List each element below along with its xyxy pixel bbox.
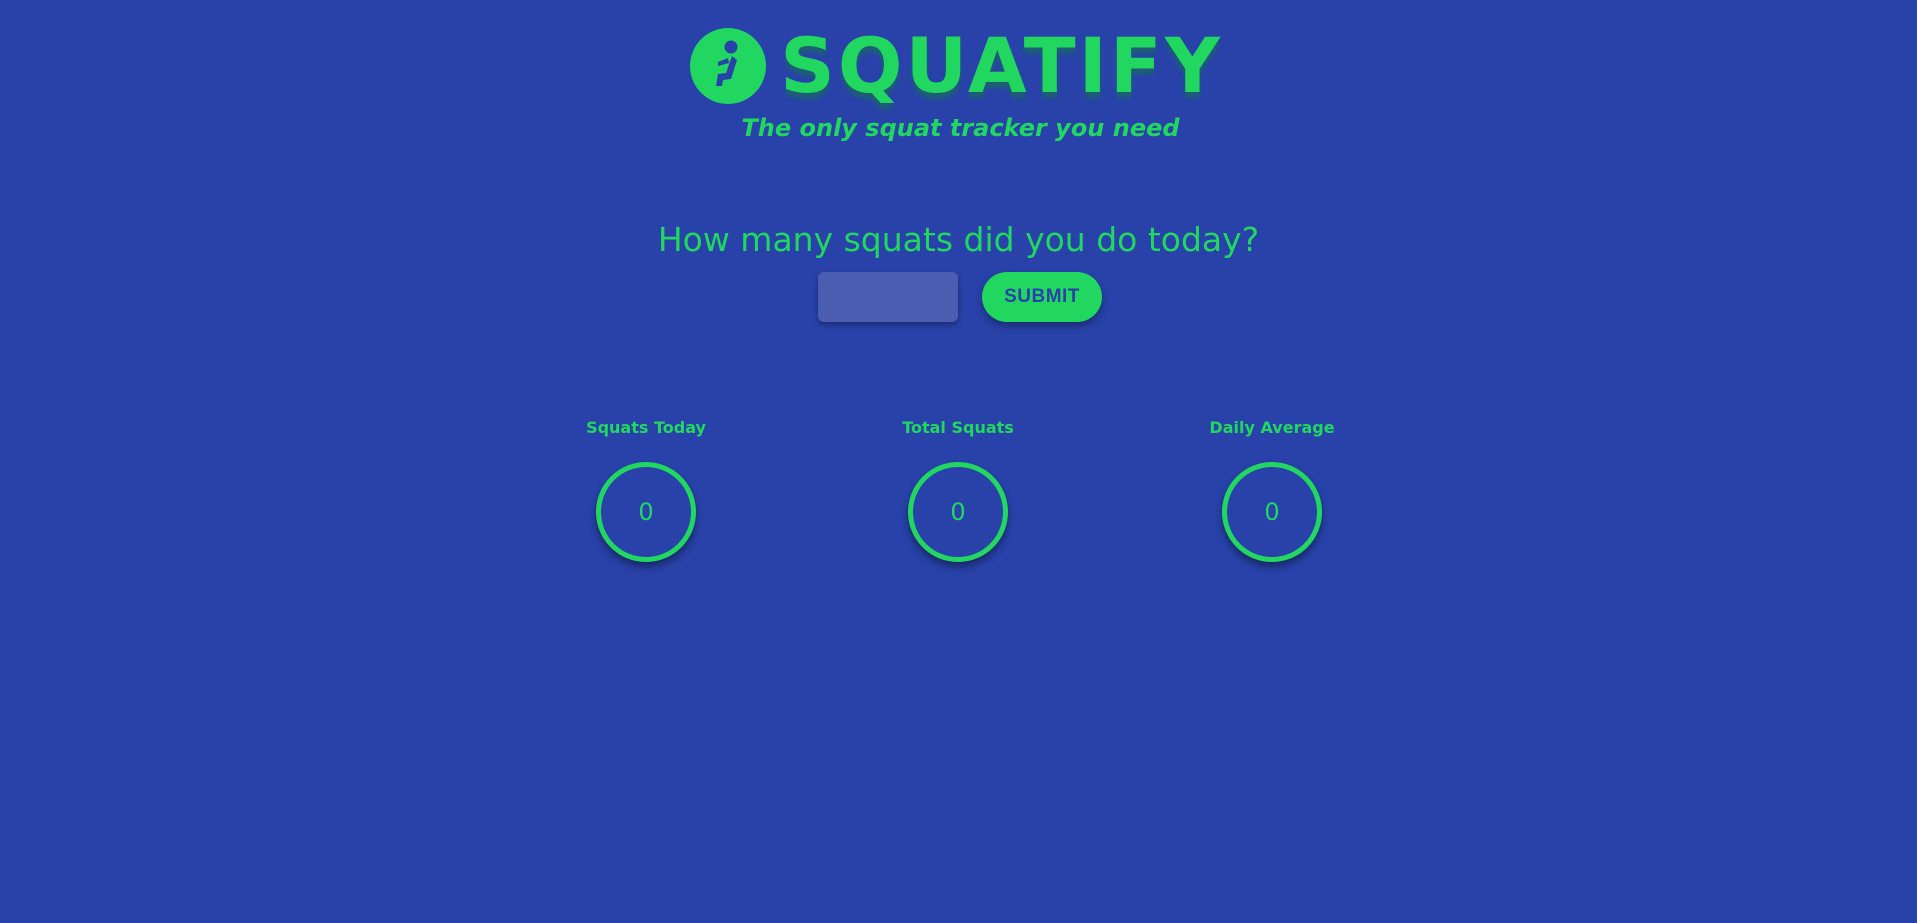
squat-form: SUBMIT [818, 272, 1102, 322]
stat-label: Total Squats [902, 418, 1014, 437]
squat-person-icon [690, 28, 767, 104]
stat-value: 0 [1222, 462, 1322, 562]
stat-squats-today: Squats Today 0 [546, 416, 746, 562]
stat-label: Squats Today [586, 418, 706, 437]
page: SQUATIFY The only squat tracker you need… [0, 0, 1917, 923]
stat-value: 0 [596, 462, 696, 562]
stat-value: 0 [908, 462, 1008, 562]
squat-question: How many squats did you do today? [657, 220, 1260, 259]
squat-count-input[interactable] [818, 272, 958, 322]
brand-header: SQUATIFY [0, 24, 1917, 108]
stat-label: Daily Average [1209, 418, 1335, 437]
app-title: SQUATIFY [780, 21, 1223, 110]
stat-daily-average: Daily Average 0 [1172, 416, 1372, 562]
submit-button[interactable]: SUBMIT [982, 272, 1102, 322]
tagline: The only squat tracker you need [741, 114, 1180, 142]
stat-total-squats: Total Squats 0 [858, 416, 1058, 562]
